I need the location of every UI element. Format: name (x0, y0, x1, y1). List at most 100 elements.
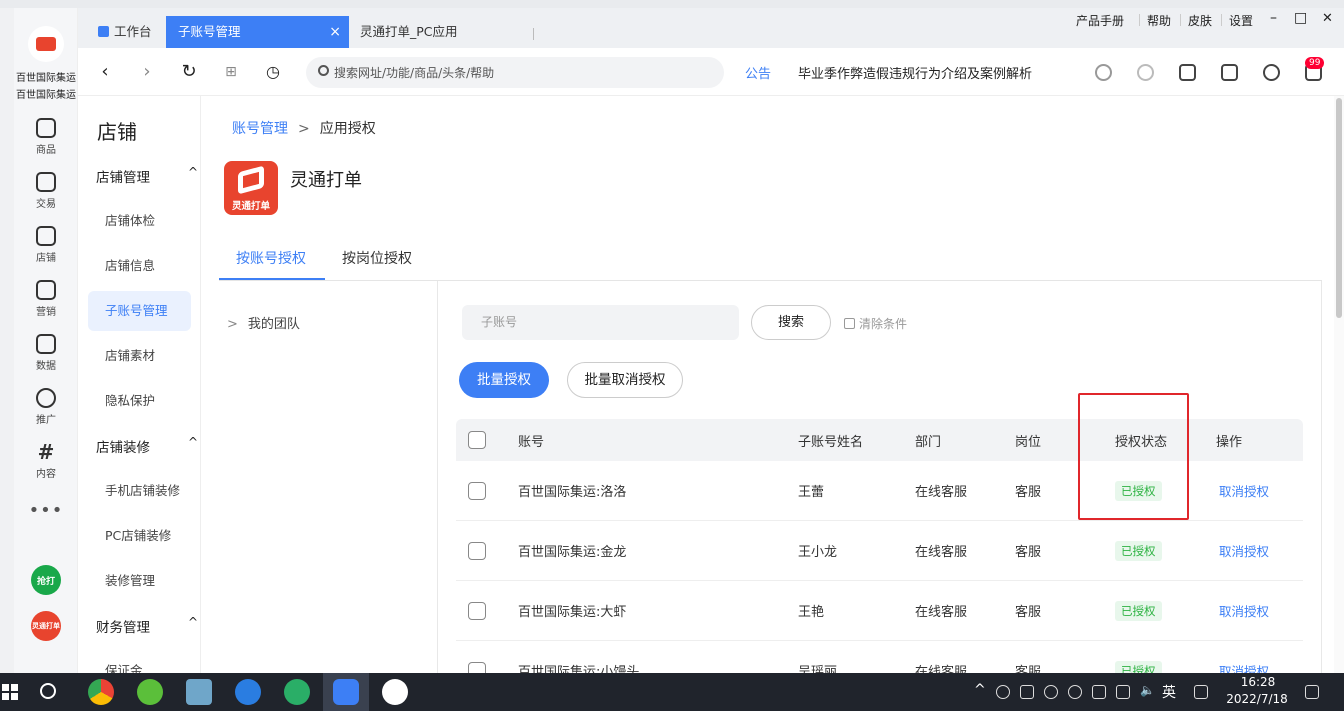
cancel-authorize-link[interactable]: 取消授权 (1219, 481, 1269, 500)
cancel-authorize-link[interactable]: 取消授权 (1219, 541, 1269, 560)
refresh-icon[interactable]: ↻ (177, 60, 201, 84)
taskbar-search-icon[interactable] (40, 683, 56, 699)
breadcrumb-account-manage[interactable]: 账号管理 (232, 121, 288, 137)
breadcrumb: 账号管理 > 应用授权 (232, 118, 376, 138)
cell-name: 王小龙 (798, 545, 838, 560)
network-icon[interactable] (1116, 685, 1130, 699)
select-all-checkbox[interactable] (468, 431, 486, 449)
batch-cancel-authorize-button[interactable]: 批量取消授权 (567, 362, 683, 398)
qq-tray-icon-2[interactable] (1068, 685, 1082, 699)
sidenav-item-decor-manage[interactable]: 装修管理 (88, 561, 191, 601)
tree-node-my-team[interactable]: > 我的团队 (227, 313, 300, 332)
sidenav-item-pc-decor[interactable]: PC店铺装修 (88, 516, 191, 556)
rail-app-qiangda[interactable]: 抢打 (31, 565, 61, 595)
row-checkbox[interactable] (468, 481, 486, 500)
notice-text[interactable]: 毕业季作弊造假违规行为介绍及案例解析 (798, 63, 1032, 82)
browser-tray-icon[interactable] (1020, 685, 1034, 699)
link-icon[interactable] (1095, 64, 1112, 81)
menu-skin[interactable]: 皮肤 (1188, 12, 1212, 29)
rail-item-content[interactable]: # 内容 (14, 442, 78, 480)
browser-360-icon[interactable] (137, 679, 163, 705)
sidenav-item-shop-assets[interactable]: 店铺素材 (88, 336, 191, 376)
rail-app-lingtong[interactable]: 灵通打单 (31, 611, 61, 641)
tab-by-position[interactable]: 按岗位授权 (342, 248, 412, 268)
tray-chevron-up-icon[interactable]: ^ (974, 682, 986, 698)
row-checkbox[interactable] (468, 661, 486, 673)
shop-avatar[interactable] (28, 26, 64, 62)
back-button[interactable]: ‹ (93, 60, 117, 84)
batch-authorize-button[interactable]: 批量授权 (459, 362, 549, 398)
history-icon[interactable]: ◷ (261, 60, 285, 84)
search-icon (318, 65, 329, 76)
hashtag-icon: # (37, 440, 55, 464)
assistant-app-icon[interactable] (382, 679, 408, 705)
windows-start-icon[interactable] (2, 684, 18, 700)
group-shop-decor[interactable]: 店铺装修 ^ (96, 435, 198, 456)
tab-sub-account[interactable]: 子账号管理 × (166, 16, 349, 48)
keyboard-icon[interactable] (1194, 685, 1208, 699)
col-name: 子账号姓名 (798, 434, 864, 450)
tab-by-account[interactable]: 按账号授权 (236, 248, 306, 268)
group-shop-manage[interactable]: 店铺管理 ^ (96, 165, 198, 186)
scrollbar-thumb[interactable] (1336, 98, 1342, 318)
window-close-button[interactable]: ✕ (1322, 11, 1333, 26)
menu-settings[interactable]: 设置 (1229, 12, 1253, 29)
notification-icon[interactable] (1305, 685, 1319, 699)
notepad-icon[interactable] (186, 679, 212, 705)
rail-item-goods[interactable]: 商品 (14, 118, 78, 156)
search-button[interactable]: 搜索 (751, 305, 831, 340)
forward-button[interactable]: › (135, 60, 159, 84)
qq-tray-icon[interactable] (1044, 685, 1058, 699)
lightbulb-icon (36, 388, 56, 408)
taskbar: ^ 🔈 英 16:28 2022/7/18 (0, 673, 1344, 711)
minimize-button[interactable]: – (1270, 10, 1277, 26)
chrome-icon[interactable] (88, 679, 114, 705)
close-icon[interactable]: × (329, 16, 341, 48)
tab-lingtong-pc[interactable]: 灵通打单_PC应用 (348, 16, 528, 48)
sidenav-item-shop-check[interactable]: 店铺体检 (88, 201, 191, 241)
row-checkbox[interactable] (468, 541, 486, 560)
clear-filter-button[interactable]: 清除条件 (844, 315, 907, 332)
sidenav-item-privacy[interactable]: 隐私保护 (88, 381, 191, 421)
wechat-tray-icon[interactable] (996, 685, 1010, 699)
cell-dept: 在线客服 (915, 485, 968, 500)
menu-manual[interactable]: 产品手册 (1076, 12, 1124, 29)
wechat-icon[interactable] (284, 679, 310, 705)
notice-label[interactable]: 公告 (745, 63, 771, 82)
battery-icon[interactable] (1092, 685, 1106, 699)
cancel-authorize-link[interactable]: 取消授权 (1219, 601, 1269, 620)
maximize-button[interactable]: □ (1294, 10, 1307, 26)
sync-icon[interactable] (1137, 64, 1154, 81)
rail-item-marketing[interactable]: 营销 (14, 280, 78, 318)
sidenav-title: 店铺 (97, 120, 137, 144)
cancel-authorize-link[interactable]: 取消授权 (1219, 661, 1269, 673)
home-icon (98, 26, 109, 37)
clock-date[interactable]: 2022/7/18 (1222, 692, 1292, 706)
document-icon[interactable] (1221, 64, 1238, 81)
tab-workbench[interactable]: 工作台 (88, 16, 168, 48)
row-checkbox[interactable] (468, 601, 486, 620)
search-input[interactable]: 搜索网址/功能/商品/头条/帮助 (306, 57, 724, 88)
rail-item-trade[interactable]: 交易 (14, 172, 78, 210)
input-method[interactable]: 英 (1162, 682, 1176, 702)
shop-name-secondary: 百世国际集运 (16, 90, 76, 101)
more-icon[interactable]: ••• (14, 500, 78, 521)
shop-app-icon[interactable] (333, 679, 359, 705)
search-app-icon[interactable] (235, 679, 261, 705)
left-edge-strip (0, 8, 14, 673)
rail-item-promote[interactable]: 推广 (14, 388, 78, 426)
volume-icon[interactable]: 🔈 (1140, 683, 1155, 697)
clock-time[interactable]: 16:28 (1238, 675, 1278, 689)
sidenav-item-sub-account[interactable]: 子账号管理 (88, 291, 191, 331)
rail-item-shop[interactable]: 店铺 (14, 226, 78, 264)
menu-help[interactable]: 帮助 (1147, 12, 1171, 29)
sub-account-input[interactable]: 子账号 (462, 305, 739, 340)
group-finance[interactable]: 财务管理 ^ (96, 615, 198, 636)
file-icon[interactable] (1179, 64, 1196, 81)
new-page-icon[interactable]: ⊞ (219, 60, 243, 84)
service-icon[interactable] (1263, 64, 1280, 81)
sidenav-item-mobile-decor[interactable]: 手机店铺装修 (88, 471, 191, 511)
rail-item-data[interactable]: 数据 (14, 334, 78, 372)
sidenav-item-shop-info[interactable]: 店铺信息 (88, 246, 191, 286)
cell-account: 百世国际集运:大虾 (518, 605, 627, 620)
